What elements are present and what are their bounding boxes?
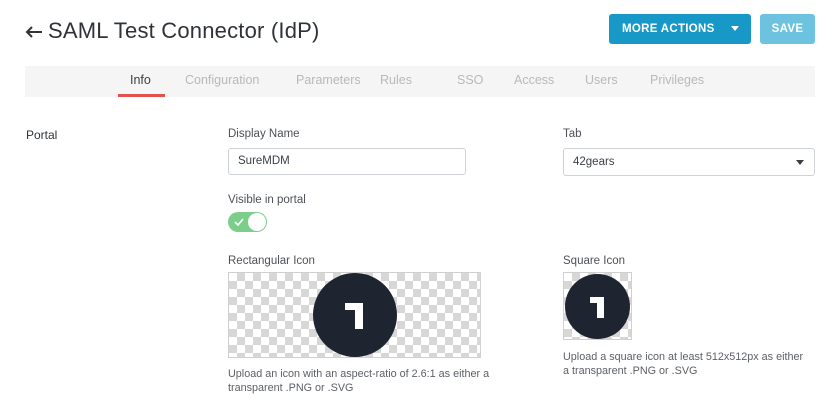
square-icon-label: Square Icon xyxy=(563,255,626,267)
rectangular-icon-label: Rectangular Icon xyxy=(228,255,315,267)
tab-sso[interactable]: SSO xyxy=(457,66,483,97)
caret-down-icon xyxy=(796,160,804,165)
rectangular-icon-upload[interactable] xyxy=(228,272,481,358)
check-icon xyxy=(234,218,244,226)
app-logo-icon xyxy=(565,274,630,339)
tab-access[interactable]: Access xyxy=(514,66,554,97)
tab-configuration[interactable]: Configuration xyxy=(185,66,259,97)
tab-users[interactable]: Users xyxy=(585,66,618,97)
app-logo-icon xyxy=(313,273,397,357)
display-name-label: Display Name xyxy=(228,128,300,140)
active-tab-indicator xyxy=(118,94,165,97)
visible-in-portal-toggle[interactable] xyxy=(228,212,267,232)
tab-parameters[interactable]: Parameters xyxy=(296,66,361,97)
tab-select-value: 42gears xyxy=(573,156,615,168)
page-title: SAML Test Connector (IdP) xyxy=(48,18,320,43)
display-name-input[interactable]: SureMDM xyxy=(228,148,466,175)
tab-info[interactable]: Info xyxy=(130,66,151,97)
square-icon-upload[interactable] xyxy=(563,272,632,340)
save-button[interactable]: SAVE xyxy=(760,14,815,44)
tab-rules[interactable]: Rules xyxy=(380,66,412,97)
back-arrow-icon[interactable] xyxy=(24,22,44,42)
square-icon-help: Upload a square icon at least 512x512px … xyxy=(563,351,804,377)
more-actions-label: MORE ACTIONS xyxy=(622,23,715,35)
visible-in-portal-label: Visible in portal xyxy=(228,194,306,206)
tab-select-label: Tab xyxy=(563,128,582,140)
portal-section-label: Portal xyxy=(26,128,58,142)
tab-select[interactable]: 42gears xyxy=(563,148,815,176)
toggle-knob xyxy=(248,213,266,231)
tab-privileges[interactable]: Privileges xyxy=(650,66,704,97)
page-header: SAML Test Connector (IdP) MORE ACTIONS S… xyxy=(0,0,837,66)
caret-down-icon xyxy=(731,26,739,31)
rectangular-icon-help: Upload an icon with an aspect-ratio of 2… xyxy=(228,368,490,394)
tab-bar: Info Configuration Parameters Rules SSO … xyxy=(25,66,815,97)
more-actions-button[interactable]: MORE ACTIONS xyxy=(609,14,751,44)
